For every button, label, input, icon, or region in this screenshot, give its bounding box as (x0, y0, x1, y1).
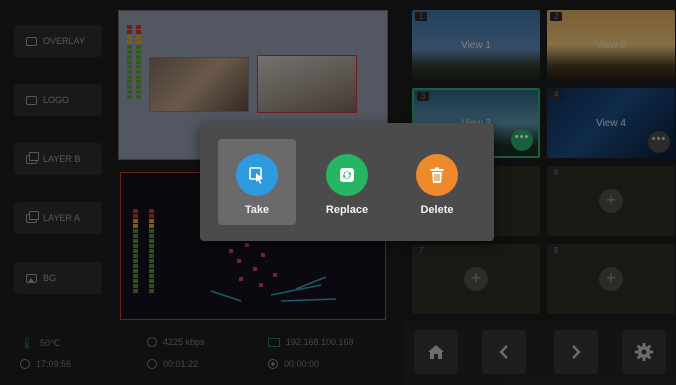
replace-label: Replace (325, 204, 369, 216)
take-option[interactable]: Take (218, 139, 296, 225)
trash-icon (416, 154, 458, 196)
replace-option[interactable]: Replace (308, 139, 386, 225)
delete-label: Delete (420, 204, 454, 216)
scene-action-popup: Take Replace Delete (200, 123, 494, 241)
delete-option[interactable]: Delete (398, 139, 476, 225)
app-screen: OVERLAY LOGO LAYER B LAYER A BG 🌡︎ 50℃ 1… (0, 0, 676, 385)
take-label: Take (244, 204, 270, 216)
replace-icon (326, 154, 368, 196)
take-icon (236, 154, 278, 196)
